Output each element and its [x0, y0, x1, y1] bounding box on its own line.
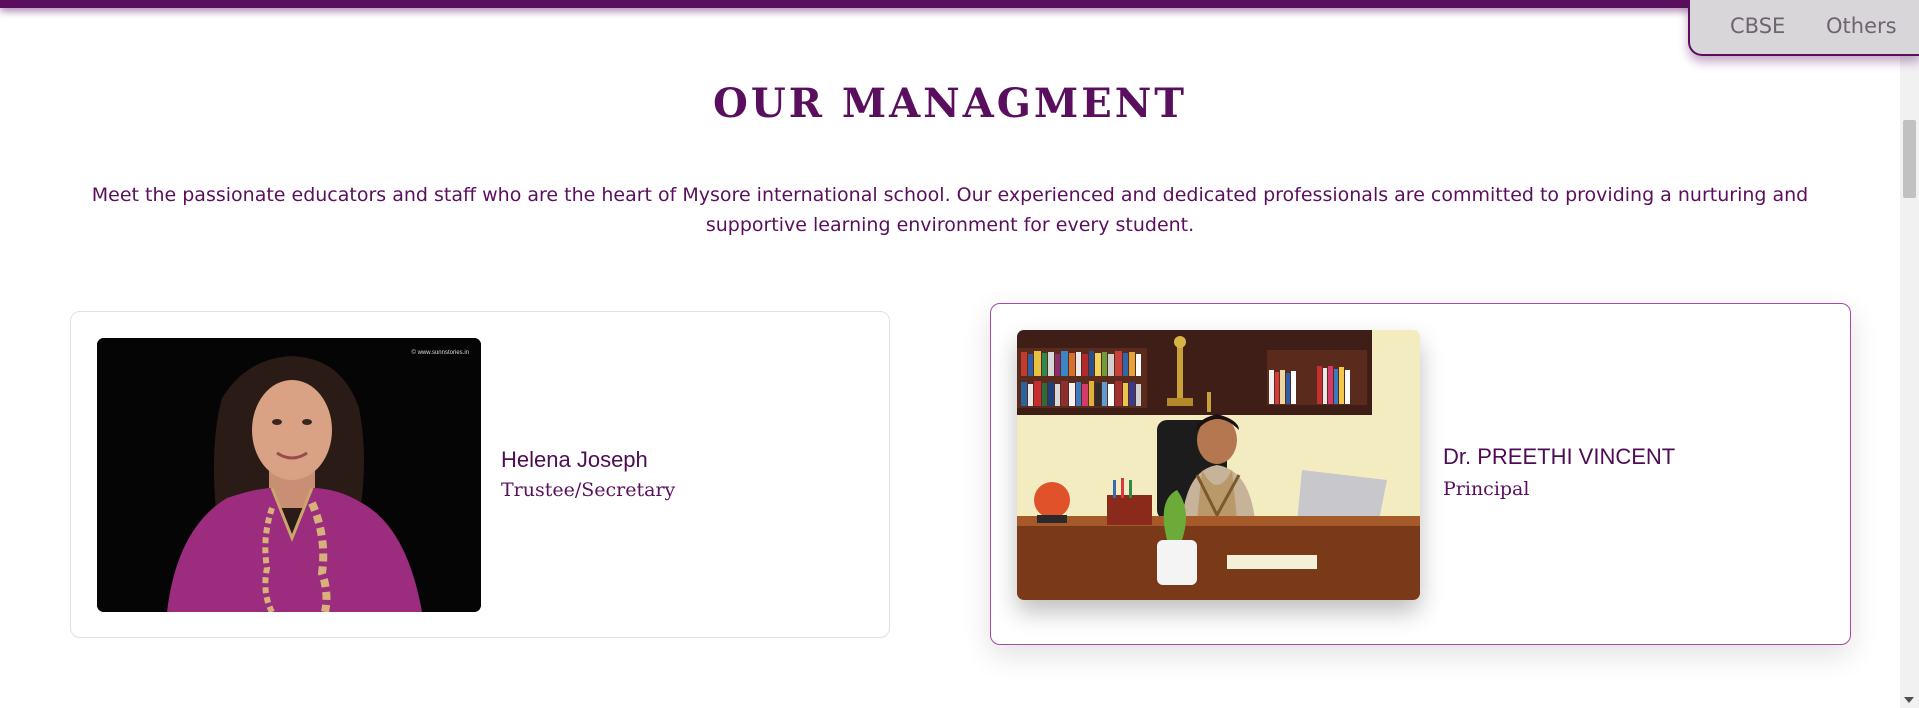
management-card-preethi-vincent[interactable]: Dr. PREETHI VINCENT Principal	[990, 303, 1851, 645]
person-name: Helena Joseph	[501, 447, 648, 472]
section-title: OUR MANAGMENT	[712, 80, 1188, 127]
person-photo-illustration	[97, 338, 481, 612]
nav-link-cbse[interactable]: CBSE	[1730, 14, 1785, 38]
section-intro: Meet the passionate educators and staff …	[91, 184, 1809, 236]
person-role: Trustee/Secretary	[501, 479, 676, 501]
person-photo-illustration	[1017, 330, 1420, 600]
person-name: Dr. PREETHI VINCENT	[1443, 444, 1676, 469]
nav-dropdown-menu: CBSE Others	[1688, 0, 1919, 56]
nav-link-others[interactable]: Others	[1826, 14, 1897, 38]
scroll-down-arrow-icon[interactable]	[1904, 697, 1914, 703]
person-photo: © www.sunnstories.in	[97, 338, 481, 612]
person-role: Principal	[1443, 478, 1530, 500]
top-accent-bar	[0, 0, 1900, 8]
scrollbar-thumb[interactable]	[1903, 120, 1916, 198]
management-card-helena-joseph[interactable]: © www.sunnstories.in Helena Joseph Trust…	[70, 311, 890, 638]
photo-watermark: © www.sunnstories.in	[411, 350, 469, 356]
scrollbar-track[interactable]	[1900, 0, 1919, 708]
person-photo	[1017, 330, 1420, 600]
